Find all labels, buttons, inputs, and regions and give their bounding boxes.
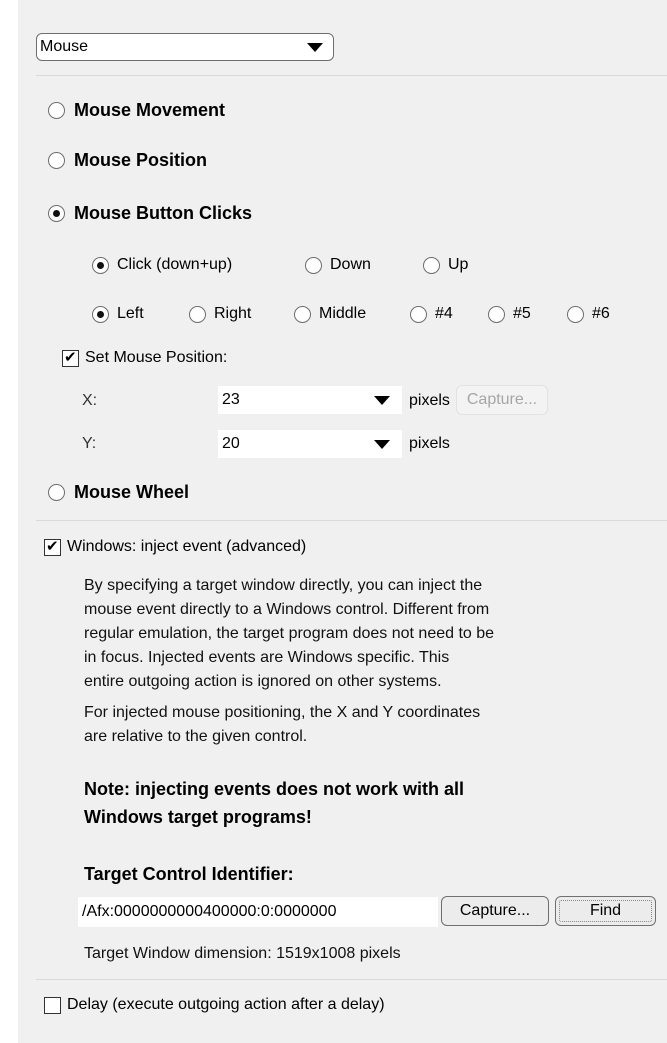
button-middle-label: Middle (319, 305, 367, 322)
set-mouse-position-checkbox[interactable]: Set Mouse Position: (62, 348, 228, 367)
target-window-dimension: Target Window dimension: 1519x1008 pixel… (84, 945, 401, 962)
radio-icon[interactable] (305, 256, 322, 274)
checkbox-checked-icon[interactable] (62, 348, 79, 367)
target-control-input[interactable]: /Afx:0000000000400000:0:0000000 (78, 897, 438, 927)
button-5[interactable]: #5 (488, 305, 531, 323)
inject-event-label: Windows: inject event (advanced) (67, 538, 307, 555)
divider (36, 520, 667, 521)
y-unit: pixels (409, 435, 450, 452)
inject-positioning-line: For injected mouse positioning, the X an… (84, 704, 481, 721)
option-mouse-button-clicks-label: Mouse Button Clicks (74, 203, 253, 223)
click-type-up[interactable]: Up (423, 256, 468, 274)
click-type-click-label: Click (down+up) (117, 256, 233, 273)
checkbox-checked-icon[interactable] (44, 537, 61, 556)
category-select-value: Mouse (40, 38, 89, 55)
radio-icon[interactable] (48, 102, 65, 119)
radio-icon[interactable] (567, 305, 584, 323)
inject-warning-line: Windows target programs! (84, 807, 312, 827)
button-middle[interactable]: Middle (294, 305, 366, 323)
inject-positioning-note: For injected mouse positioning, the X an… (84, 701, 664, 749)
y-label: Y: (82, 435, 97, 452)
x-unit: pixels (409, 392, 450, 409)
radio-icon[interactable] (294, 305, 311, 323)
chevron-down-icon (374, 440, 390, 449)
inject-description-line: entire outgoing action is ignored on oth… (84, 673, 442, 690)
inject-description-line: By specifying a target window directly, … (84, 577, 483, 594)
button-right[interactable]: Right (189, 305, 251, 323)
click-type-down-label: Down (330, 256, 371, 273)
category-select[interactable]: Mouse (36, 33, 334, 61)
click-type-up-label: Up (448, 256, 469, 273)
button-left[interactable]: Left (92, 305, 144, 323)
inject-description-line: in focus. Injected events are Windows sp… (84, 649, 450, 666)
button-4-label: #4 (435, 305, 453, 322)
radio-icon[interactable] (410, 305, 427, 323)
x-value: 23 (222, 391, 240, 408)
x-value-select[interactable]: 23 (218, 386, 402, 414)
y-value: 20 (222, 435, 240, 452)
checkbox-icon[interactable] (44, 996, 61, 1014)
capture-target-button[interactable]: Capture... (441, 896, 549, 926)
option-mouse-button-clicks[interactable]: Mouse Button Clicks (48, 203, 252, 224)
divider (36, 75, 667, 76)
inject-description-line: regular emulation, the target program do… (84, 625, 495, 642)
delay-checkbox[interactable]: Delay (execute outgoing action after a d… (44, 996, 385, 1014)
radio-icon[interactable] (488, 305, 505, 323)
radio-icon[interactable] (189, 305, 206, 323)
button-4[interactable]: #4 (410, 305, 453, 323)
radio-icon[interactable] (423, 256, 440, 274)
target-control-label: Target Control Identifier: (84, 864, 294, 884)
option-mouse-wheel[interactable]: Mouse Wheel (48, 482, 189, 503)
option-mouse-position-label: Mouse Position (74, 150, 208, 170)
y-value-select[interactable]: 20 (218, 430, 402, 458)
option-mouse-movement[interactable]: Mouse Movement (48, 100, 225, 121)
inject-description-line: mouse event directly to a Windows contro… (84, 601, 490, 618)
radio-selected-icon[interactable] (92, 305, 109, 323)
settings-panel: Mouse Mouse Movement Mouse Position Mous… (18, 0, 667, 1043)
inject-warning: Note: injecting events does not work wit… (84, 775, 464, 831)
button-6-label: #6 (592, 305, 610, 322)
chevron-down-icon (307, 43, 323, 52)
option-mouse-wheel-label: Mouse Wheel (74, 482, 190, 502)
capture-position-button[interactable]: Capture... (456, 385, 548, 415)
set-mouse-position-label: Set Mouse Position: (85, 349, 228, 366)
click-type-down[interactable]: Down (305, 256, 371, 274)
button-right-label: Right (214, 305, 252, 322)
button-left-label: Left (117, 305, 144, 322)
divider (36, 979, 667, 980)
option-mouse-position[interactable]: Mouse Position (48, 150, 207, 171)
find-button[interactable]: Find (555, 896, 656, 926)
radio-selected-icon[interactable] (92, 256, 109, 274)
delay-label: Delay (execute outgoing action after a d… (67, 996, 385, 1013)
button-6[interactable]: #6 (567, 305, 610, 323)
radio-icon[interactable] (48, 484, 65, 501)
inject-warning-line: Note: injecting events does not work wit… (84, 779, 465, 799)
button-5-label: #5 (513, 305, 531, 322)
option-mouse-movement-label: Mouse Movement (74, 100, 226, 120)
radio-icon[interactable] (48, 152, 65, 169)
inject-event-checkbox[interactable]: Windows: inject event (advanced) (44, 537, 307, 556)
radio-selected-icon[interactable] (48, 205, 65, 222)
inject-positioning-line: are relative to the given control. (84, 728, 308, 745)
inject-description: By specifying a target window directly, … (84, 574, 664, 694)
x-label: X: (82, 392, 98, 409)
chevron-down-icon (374, 396, 390, 405)
click-type-click[interactable]: Click (down+up) (92, 256, 232, 274)
